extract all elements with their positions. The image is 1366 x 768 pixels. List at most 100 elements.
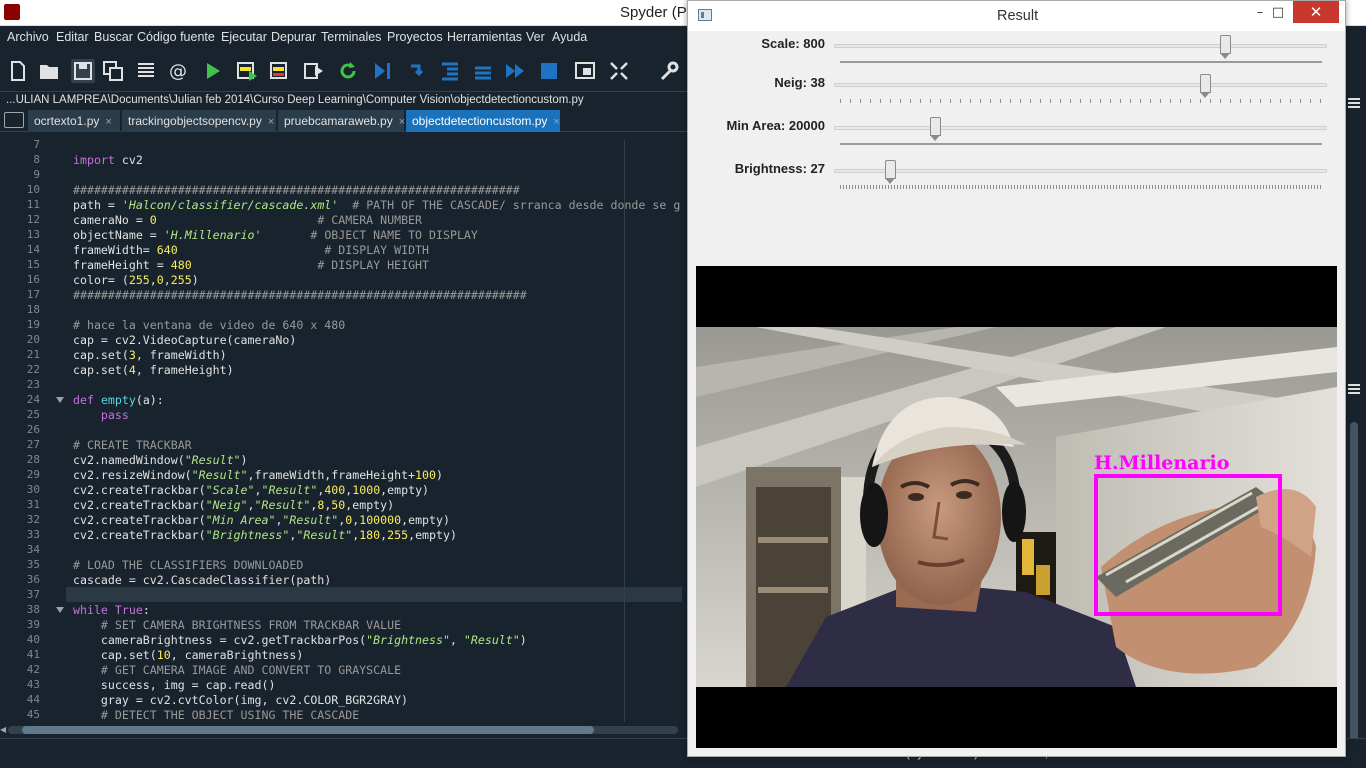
editor-tabbar: ocrtexto1.py × trackingobjectsopencv.py × …	[0, 108, 690, 132]
line-number: 28	[26, 453, 40, 466]
line-number: 34	[26, 543, 40, 556]
fold-arrow-icon[interactable]	[56, 607, 64, 613]
close-icon[interactable]: ×	[105, 116, 111, 128]
file-path: ...ULIAN LAMPREA\Documents\Julian feb 20…	[0, 92, 690, 108]
menu-proyectos[interactable]: Proyectos	[387, 30, 443, 44]
close-icon[interactable]: ×	[553, 116, 559, 128]
code-line-13: objectName = 'H.Millenario' # OBJECT NAM…	[73, 228, 478, 242]
line-number: 31	[26, 498, 40, 511]
fullscreen-icon[interactable]	[607, 59, 631, 83]
fold-arrow-icon[interactable]	[56, 397, 64, 403]
pane-options-icon[interactable]	[1348, 384, 1360, 394]
trackbar-track[interactable]	[834, 169, 1327, 173]
trackbar-label: Neig: 38	[774, 75, 825, 90]
menu-depurar[interactable]: Depurar	[271, 30, 316, 44]
trackbar-track[interactable]	[834, 44, 1327, 48]
line-number: 15	[26, 258, 40, 271]
maximize-pane-icon[interactable]	[573, 59, 597, 83]
scroll-thumb[interactable]	[22, 726, 594, 734]
code-line-29: cv2.resizeWindow("Result",frameWidth,fra…	[73, 468, 443, 482]
list-icon[interactable]	[134, 59, 158, 83]
line-number: 11	[26, 198, 40, 211]
close-icon[interactable]: ×	[268, 116, 274, 128]
line-number-gutter: 7 8 9 10 11 12 13 14 15 16 17 18 19 20 21 22 23 24 25 26 27 2…	[0, 132, 66, 722]
tab-label: pruebcamaraweb.py	[284, 114, 393, 128]
menu-codigo-fuente[interactable]: Código fuente	[137, 30, 215, 44]
line-number: 21	[26, 348, 40, 361]
run-selection-icon[interactable]	[302, 59, 326, 83]
debug-icon[interactable]	[371, 59, 395, 83]
trackbar-thumb[interactable]	[1219, 35, 1231, 59]
line-number: 16	[26, 273, 40, 286]
code-editor[interactable]: 7 8 9 10 11 12 13 14 15 16 17 18 19 20 21 22 23 24 25 26 27 2…	[0, 132, 686, 722]
trackbar-label: Scale: 800	[761, 36, 825, 51]
line-number: 30	[26, 483, 40, 496]
step-into-icon[interactable]	[438, 59, 462, 83]
code-line-27: # CREATE TRACKBAR	[73, 438, 192, 452]
continue-icon[interactable]	[503, 59, 527, 83]
trackbar-thumb[interactable]	[1200, 74, 1212, 98]
code-line-31: cv2.createTrackbar("Neig","Result",8,50,…	[73, 498, 395, 512]
step-return-icon[interactable]	[471, 59, 495, 83]
trackbar-thumb[interactable]	[930, 117, 942, 141]
preferences-icon[interactable]	[657, 59, 681, 83]
menu-archivo[interactable]: Archivo	[7, 30, 49, 44]
tab-ocrtexto1[interactable]: ocrtexto1.py ×	[28, 110, 120, 132]
horizontal-scrollbar[interactable]: ◀	[0, 722, 686, 738]
line-number: 35	[26, 558, 40, 571]
menu-buscar[interactable]: Buscar	[94, 30, 133, 44]
line-number: 41	[26, 648, 40, 661]
trackbar-ticks	[840, 185, 1322, 189]
menu-herramientas[interactable]: Herramientas	[447, 30, 522, 44]
line-number: 42	[26, 663, 40, 676]
line-number: 32	[26, 513, 40, 526]
line-number: 13	[26, 228, 40, 241]
tab-pruebcamaraweb[interactable]: pruebcamaraweb.py ×	[278, 110, 405, 132]
scroll-left-icon[interactable]: ◀	[0, 725, 6, 734]
menu-terminales[interactable]: Terminales	[321, 30, 381, 44]
svg-text:@: @	[169, 61, 187, 82]
menu-editar[interactable]: Editar	[56, 30, 89, 44]
line-number: 33	[26, 528, 40, 541]
rerun-icon[interactable]	[336, 59, 360, 83]
close-button[interactable]: ✕	[1293, 1, 1339, 23]
run-cell-icon[interactable]	[235, 59, 259, 83]
code-line-16: color= (255,0,255)	[73, 273, 199, 287]
line-number: 19	[26, 318, 40, 331]
step-icon[interactable]	[406, 59, 430, 83]
code-line-12: cameraNo = 0 # CAMERA NUMBER	[73, 213, 423, 227]
code-line-30: cv2.createTrackbar("Scale","Result",400,…	[73, 483, 430, 497]
save-icon[interactable]	[71, 59, 95, 83]
close-icon[interactable]: ×	[399, 116, 405, 128]
trackbar-track[interactable]	[834, 126, 1327, 130]
line-number: 23	[26, 378, 40, 391]
maximize-button[interactable]: □	[1258, 1, 1298, 23]
open-folder-icon[interactable]	[37, 59, 61, 83]
pane-options-icon[interactable]	[1348, 98, 1360, 108]
tab-objectdetectioncustom[interactable]: objectdetectioncustom.py ×	[406, 110, 560, 132]
code-line-14: frameWidth= 640 # DISPLAY WIDTH	[73, 243, 430, 257]
stop-icon[interactable]	[537, 59, 561, 83]
menu-ver[interactable]: Ver	[526, 30, 545, 44]
new-file-icon[interactable]	[6, 59, 30, 83]
code-line-40: cameraBrightness = cv2.getTrackbarPos("B…	[73, 633, 527, 647]
trackbar-thumb[interactable]	[885, 160, 897, 184]
tab-trackingobjectsopencv[interactable]: trackingobjectsopencv.py ×	[122, 110, 276, 132]
code-line-20: cap = cv2.VideoCapture(cameraNo)	[73, 333, 297, 347]
code-line-44: gray = cv2.cvtColor(img, cv2.COLOR_BGR2G…	[73, 693, 409, 707]
run-cell-advance-icon[interactable]	[268, 59, 292, 83]
at-icon[interactable]: @	[166, 59, 190, 83]
browse-tabs-button[interactable]	[4, 112, 24, 128]
code-line-17: ########################################…	[73, 288, 527, 302]
menu-ejecutar[interactable]: Ejecutar	[221, 30, 267, 44]
menu-ayuda[interactable]: Ayuda	[552, 30, 587, 44]
run-icon[interactable]	[201, 59, 225, 83]
line-number: 37	[26, 588, 40, 601]
line-number: 22	[26, 363, 40, 376]
vertical-scrollbar[interactable]	[1350, 422, 1358, 762]
save-all-icon[interactable]	[101, 59, 125, 83]
trackbar-track[interactable]	[834, 83, 1327, 87]
code-line-8: import cv2	[73, 153, 143, 167]
code-text[interactable]: import cv2 #############################…	[73, 132, 683, 722]
line-number: 18	[26, 303, 40, 316]
